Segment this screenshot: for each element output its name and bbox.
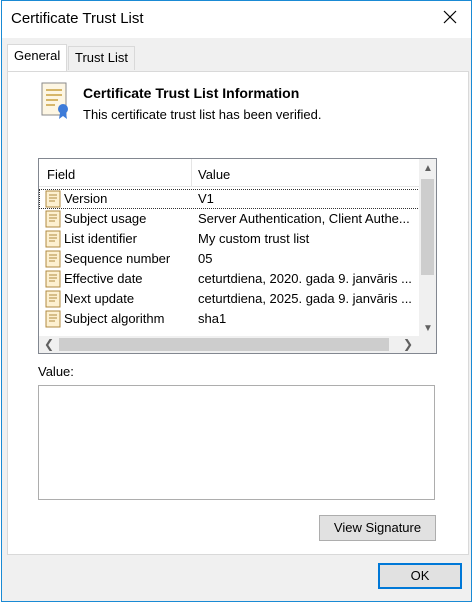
field-icon	[45, 210, 61, 228]
list-row[interactable]: Version V1	[39, 189, 420, 209]
field-value: ceturtdiena, 2025. gada 9. janvāris ...	[198, 291, 412, 306]
tab-strip: General Trust List	[7, 44, 467, 72]
window-title: Certificate Trust List	[11, 10, 144, 27]
list-row[interactable]: Subject usage Server Authentication, Cli…	[39, 209, 420, 229]
tab-trust-list[interactable]: Trust List	[68, 46, 135, 70]
list-row[interactable]: Subject algorithm sha1	[39, 309, 420, 329]
value-label: Value:	[38, 364, 74, 379]
field-icon	[45, 190, 61, 208]
field-value: My custom trust list	[198, 231, 310, 246]
horizontal-scrollbar[interactable]: ❮ ❯	[39, 336, 436, 353]
tab-general[interactable]: General	[7, 44, 68, 71]
field-value: sha1	[198, 311, 227, 326]
column-header-field[interactable]: Field	[47, 167, 75, 182]
list-row[interactable]: Next update ceturtdiena, 2025. gada 9. j…	[39, 289, 420, 309]
scroll-left-icon[interactable]: ❮	[44, 337, 54, 351]
field-name: Effective date	[64, 271, 143, 286]
column-header-value[interactable]: Value	[198, 167, 230, 182]
field-name: List identifier	[64, 231, 137, 246]
column-separator[interactable]	[191, 159, 192, 187]
list-row[interactable]: Sequence number 05	[39, 249, 420, 269]
ok-button[interactable]: OK	[378, 563, 462, 589]
field-name: Version	[64, 191, 108, 206]
close-icon[interactable]	[443, 10, 457, 24]
field-name: Subject usage	[64, 211, 147, 226]
info-heading: Certificate Trust List Information	[83, 85, 300, 101]
field-value: Server Authentication, Client Authe...	[198, 211, 410, 226]
certificate-trust-list-dialog: Certificate Trust List General Trust Lis…	[1, 0, 472, 602]
vertical-scroll-thumb[interactable]	[421, 179, 434, 275]
vertical-scrollbar[interactable]: ▲ ▼	[419, 159, 436, 337]
field-value: V1	[198, 191, 214, 206]
horizontal-scroll-thumb[interactable]	[59, 338, 389, 351]
view-signature-button[interactable]: View Signature	[319, 515, 436, 541]
field-name: Subject algorithm	[64, 311, 165, 326]
field-icon	[45, 270, 61, 288]
list-row[interactable]: Effective date ceturtdiena, 2020. gada 9…	[39, 269, 420, 289]
field-name: Next update	[64, 291, 135, 306]
scroll-right-icon[interactable]: ❯	[403, 337, 413, 351]
scroll-up-icon[interactable]: ▲	[423, 163, 433, 174]
field-name: Sequence number	[64, 251, 171, 266]
general-tab-panel: Certificate Trust List Information This …	[7, 71, 469, 555]
field-icon	[45, 230, 61, 248]
fields-list[interactable]: Field Value Version V1 Subject usage Ser…	[38, 158, 437, 354]
field-icon	[45, 250, 61, 268]
field-value: ceturtdiena, 2020. gada 9. janvāris ...	[198, 271, 412, 286]
title-bar: Certificate Trust List	[2, 1, 471, 38]
field-value: 05	[198, 251, 213, 266]
info-subtext: This certificate trust list has been ver…	[83, 107, 322, 122]
field-icon	[45, 310, 61, 328]
list-header: Field Value	[39, 159, 420, 187]
value-textbox[interactable]	[38, 385, 435, 500]
certificate-icon	[41, 82, 68, 119]
field-icon	[45, 290, 61, 308]
scroll-down-icon[interactable]: ▼	[423, 323, 433, 334]
list-row[interactable]: List identifier My custom trust list	[39, 229, 420, 249]
list-rows: Version V1 Subject usage Server Authenti…	[39, 189, 420, 329]
